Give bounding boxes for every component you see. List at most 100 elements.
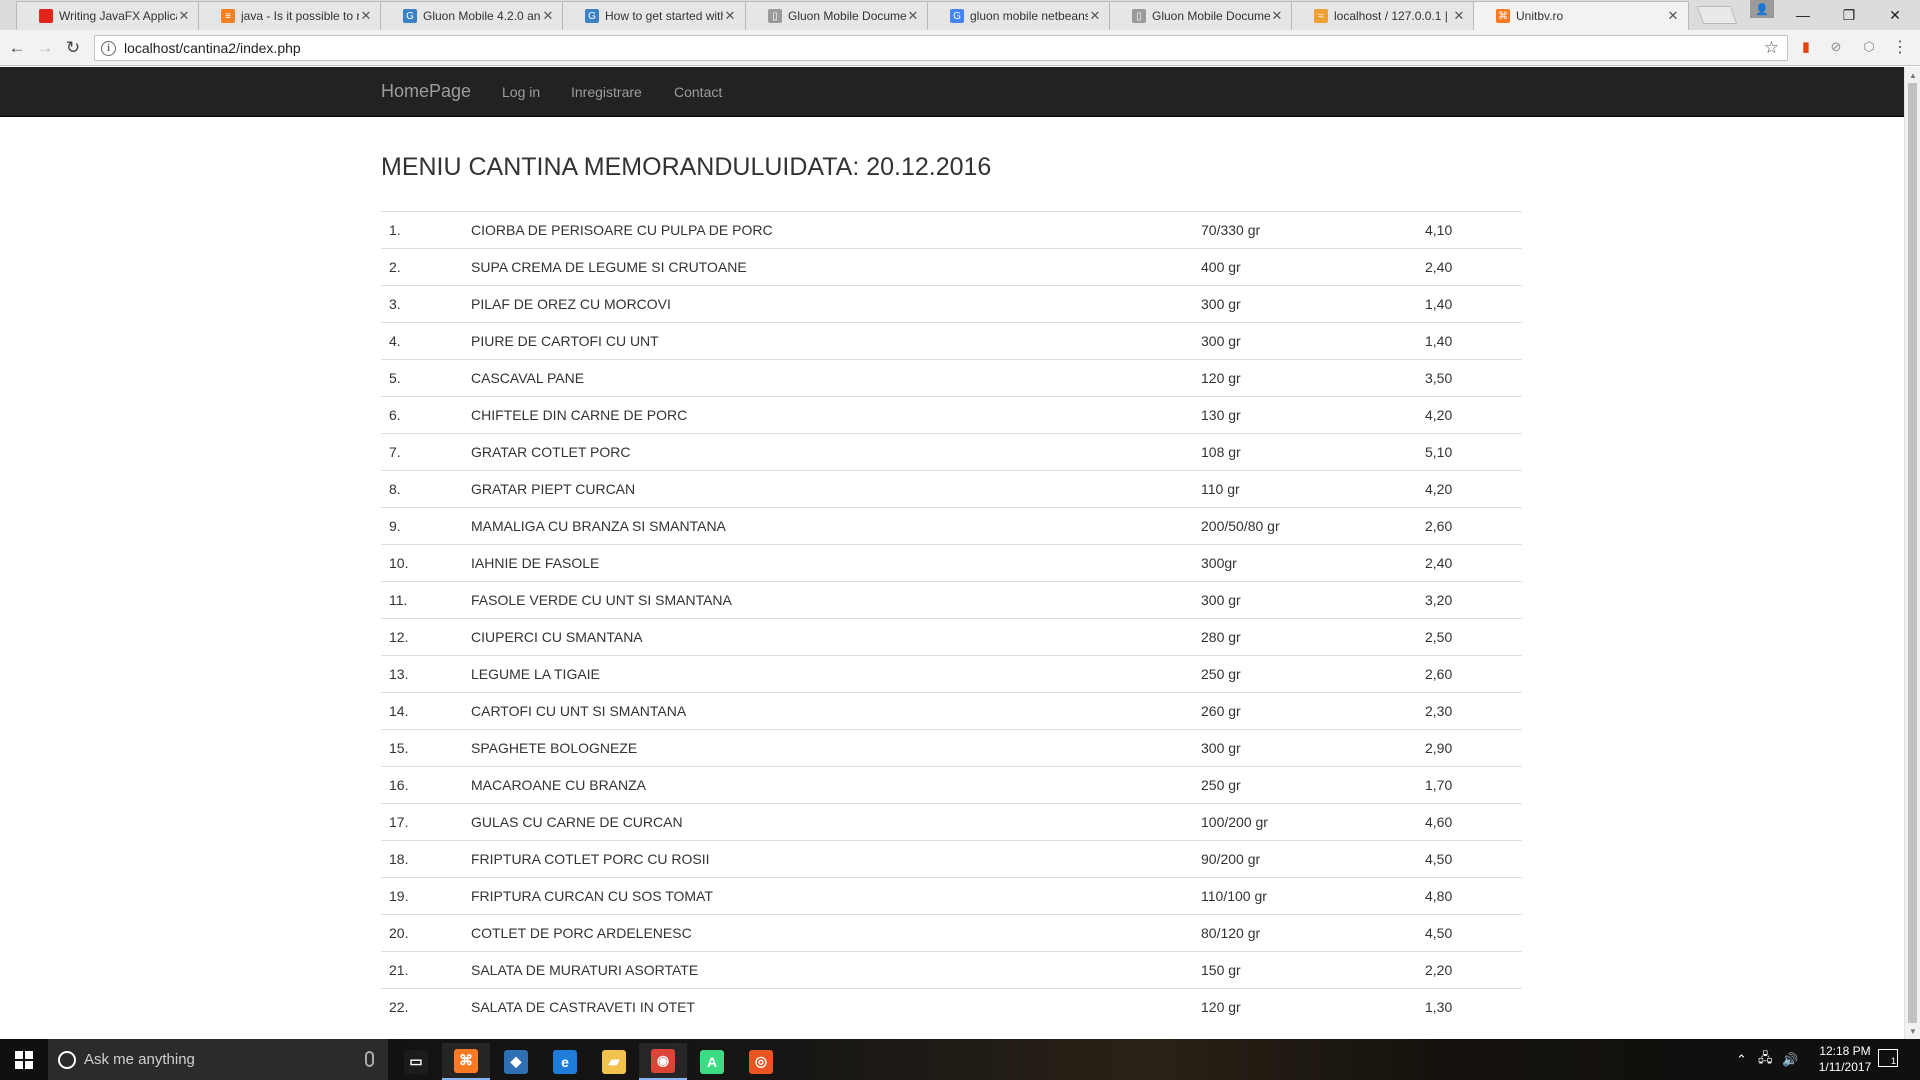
- menu-row: 21. SALATA DE MURATURI ASORTATE 150 gr 2,20: [381, 951, 1522, 989]
- tab-close-icon[interactable]: ✕: [1452, 8, 1466, 24]
- menu-item-name: GULAS CU CARNE DE CURCAN: [463, 803, 1193, 841]
- menu-item-number: 19.: [381, 877, 463, 915]
- taskbar-app[interactable]: ◎: [737, 1043, 785, 1080]
- menu-item-number: 14.: [381, 692, 463, 730]
- menu-item-name: LEGUME LA TIGAIE: [463, 655, 1193, 693]
- address-bar[interactable]: i localhost/cantina2/index.php ☆: [94, 35, 1788, 61]
- menu-item-number: 1.: [381, 211, 463, 249]
- menu-item-name: GRATAR PIEPT CURCAN: [463, 470, 1193, 508]
- menu-item-price: 2,40: [1417, 544, 1522, 582]
- nav-link-contact[interactable]: Contact: [674, 84, 722, 100]
- tab-title: Gluon Mobile Documen: [788, 9, 906, 23]
- menu-item-number: 13.: [381, 655, 463, 693]
- browser-tab[interactable]: Ggluon mobile netbeans ✕: [927, 1, 1111, 30]
- minimize-icon[interactable]: —: [1780, 0, 1826, 30]
- menu-item-quantity: 130 gr: [1193, 396, 1417, 434]
- menu-item-number: 7.: [381, 433, 463, 471]
- shield-icon[interactable]: ⬡: [1860, 38, 1878, 56]
- browser-tab[interactable]: ≡ java - Is it possible to ru ✕: [198, 1, 382, 30]
- tab-close-icon[interactable]: ✕: [359, 8, 373, 24]
- browser-tab[interactable]: G Gluon Mobile 4.2.0 and ✕: [380, 1, 564, 30]
- menu-item-name: FASOLE VERDE CU UNT SI SMANTANA: [463, 581, 1193, 619]
- page-icon: ▯: [1132, 9, 1146, 23]
- browser-tab[interactable]: ▯ Gluon Mobile Documen ✕: [1109, 1, 1293, 30]
- taskbar-app[interactable]: ◆: [492, 1043, 540, 1080]
- scroll-up-icon[interactable]: ▲: [1905, 68, 1920, 82]
- menu-item-name: FRIPTURA COTLET PORC CU ROSII: [463, 840, 1193, 878]
- menu-item-name: MACAROANE CU BRANZA: [463, 766, 1193, 804]
- menu-item-price: 2,60: [1417, 507, 1522, 545]
- volume-icon[interactable]: 🔊: [1782, 1039, 1798, 1080]
- menu-item-name: FRIPTURA CURCAN CU SOS TOMAT: [463, 877, 1193, 915]
- start-button[interactable]: [0, 1039, 48, 1080]
- tab-close-icon[interactable]: ✕: [541, 8, 555, 24]
- browser-tab[interactable]: ⌘ Unitbv.ro ✕: [1473, 1, 1689, 30]
- network-icon[interactable]: 🖧: [1758, 1039, 1773, 1080]
- page-scrollbar[interactable]: ▲ ▼: [1904, 67, 1920, 1039]
- tab-close-icon[interactable]: ✕: [1666, 8, 1680, 24]
- menu-item-price: 4,20: [1417, 470, 1522, 508]
- menu-item-price: 4,20: [1417, 396, 1522, 434]
- menu-item-price: 1,70: [1417, 766, 1522, 804]
- nav-link-register[interactable]: Inregistrare: [571, 84, 642, 100]
- back-icon[interactable]: ←: [6, 37, 28, 59]
- profile-icon[interactable]: 👤: [1750, 0, 1774, 18]
- menu-item-price: 2,20: [1417, 951, 1522, 989]
- taskbar-app[interactable]: ◉: [639, 1043, 687, 1080]
- tab-close-icon[interactable]: ✕: [1270, 8, 1284, 24]
- browser-tab[interactable]: ▯ Gluon Mobile Documen ✕: [745, 1, 929, 30]
- notification-count: 1: [1890, 1056, 1896, 1066]
- edge-icon: e: [553, 1049, 577, 1074]
- scroll-down-icon[interactable]: ▼: [1905, 1024, 1920, 1038]
- menu-row: 3. PILAF DE OREZ CU MORCOVI 300 gr 1,40: [381, 285, 1522, 323]
- clock[interactable]: 12:18 PM 1/11/2017: [1810, 1043, 1880, 1075]
- browser-tab[interactable]: G How to get started with ✕: [562, 1, 746, 30]
- menu-item-price: 4,50: [1417, 914, 1522, 952]
- office-icon[interactable]: ▮: [1797, 38, 1815, 56]
- notification-center-icon[interactable]: 1: [1878, 1049, 1898, 1067]
- scrollbar-thumb[interactable]: [1908, 83, 1917, 1023]
- microphone-icon[interactable]: [365, 1051, 374, 1067]
- taskbar-app[interactable]: ▰: [590, 1043, 638, 1080]
- google-icon: G: [950, 9, 964, 23]
- tab-close-icon[interactable]: ✕: [1088, 8, 1102, 24]
- menu-item-quantity: 120 gr: [1193, 988, 1417, 1026]
- new-tab-button[interactable]: [1696, 6, 1738, 24]
- nav-link-login[interactable]: Log in: [502, 84, 540, 100]
- tab-close-icon[interactable]: ✕: [177, 8, 191, 24]
- close-window-icon[interactable]: ✕: [1872, 0, 1918, 30]
- taskbar-app[interactable]: A: [688, 1043, 736, 1080]
- menu-icon[interactable]: ⋮: [1891, 38, 1909, 56]
- menu-item-number: 6.: [381, 396, 463, 434]
- bookmark-star-icon[interactable]: ☆: [1764, 38, 1779, 58]
- menu-item-quantity: 100/200 gr: [1193, 803, 1417, 841]
- tray-chevron-icon[interactable]: ⌃: [1736, 1039, 1747, 1080]
- menu-item-quantity: 80/120 gr: [1193, 914, 1417, 952]
- menu-row: 15. SPAGHETE BOLOGNEZE 300 gr 2,90: [381, 729, 1522, 767]
- file-explorer-icon: ▰: [602, 1049, 626, 1074]
- virtualbox-icon: ◆: [504, 1049, 528, 1074]
- taskbar-app[interactable]: ▭: [392, 1043, 440, 1080]
- tab-close-icon[interactable]: ✕: [906, 8, 920, 24]
- taskbar-app[interactable]: e: [541, 1043, 589, 1080]
- menu-item-quantity: 300 gr: [1193, 322, 1417, 360]
- menu-item-price: 3,50: [1417, 359, 1522, 397]
- address-url: localhost/cantina2/index.php: [124, 40, 301, 56]
- restore-icon[interactable]: ❐: [1826, 0, 1872, 30]
- extension-icon[interactable]: ⊘: [1827, 38, 1845, 56]
- tab-close-icon[interactable]: ✕: [723, 8, 737, 24]
- menu-item-price: 4,50: [1417, 840, 1522, 878]
- brand-link[interactable]: HomePage: [381, 81, 471, 102]
- menu-item-number: 16.: [381, 766, 463, 804]
- menu-item-price: 2,50: [1417, 618, 1522, 656]
- info-icon[interactable]: i: [101, 40, 116, 56]
- search-placeholder: Ask me anything: [84, 1051, 195, 1068]
- browser-tab[interactable]: ≈ localhost / 127.0.0.1 | ph ✕: [1291, 1, 1475, 30]
- forward-icon[interactable]: →: [34, 37, 56, 59]
- browser-tab[interactable]: Writing JavaFX Applicat ✕: [16, 1, 200, 30]
- cortana-search-box[interactable]: Ask me anything: [48, 1039, 388, 1080]
- reload-icon[interactable]: ↻: [62, 37, 84, 59]
- menu-item-number: 3.: [381, 285, 463, 323]
- taskbar-app[interactable]: ⌘: [442, 1043, 490, 1080]
- menu-row: 17. GULAS CU CARNE DE CURCAN 100/200 gr 4,6…: [381, 803, 1522, 841]
